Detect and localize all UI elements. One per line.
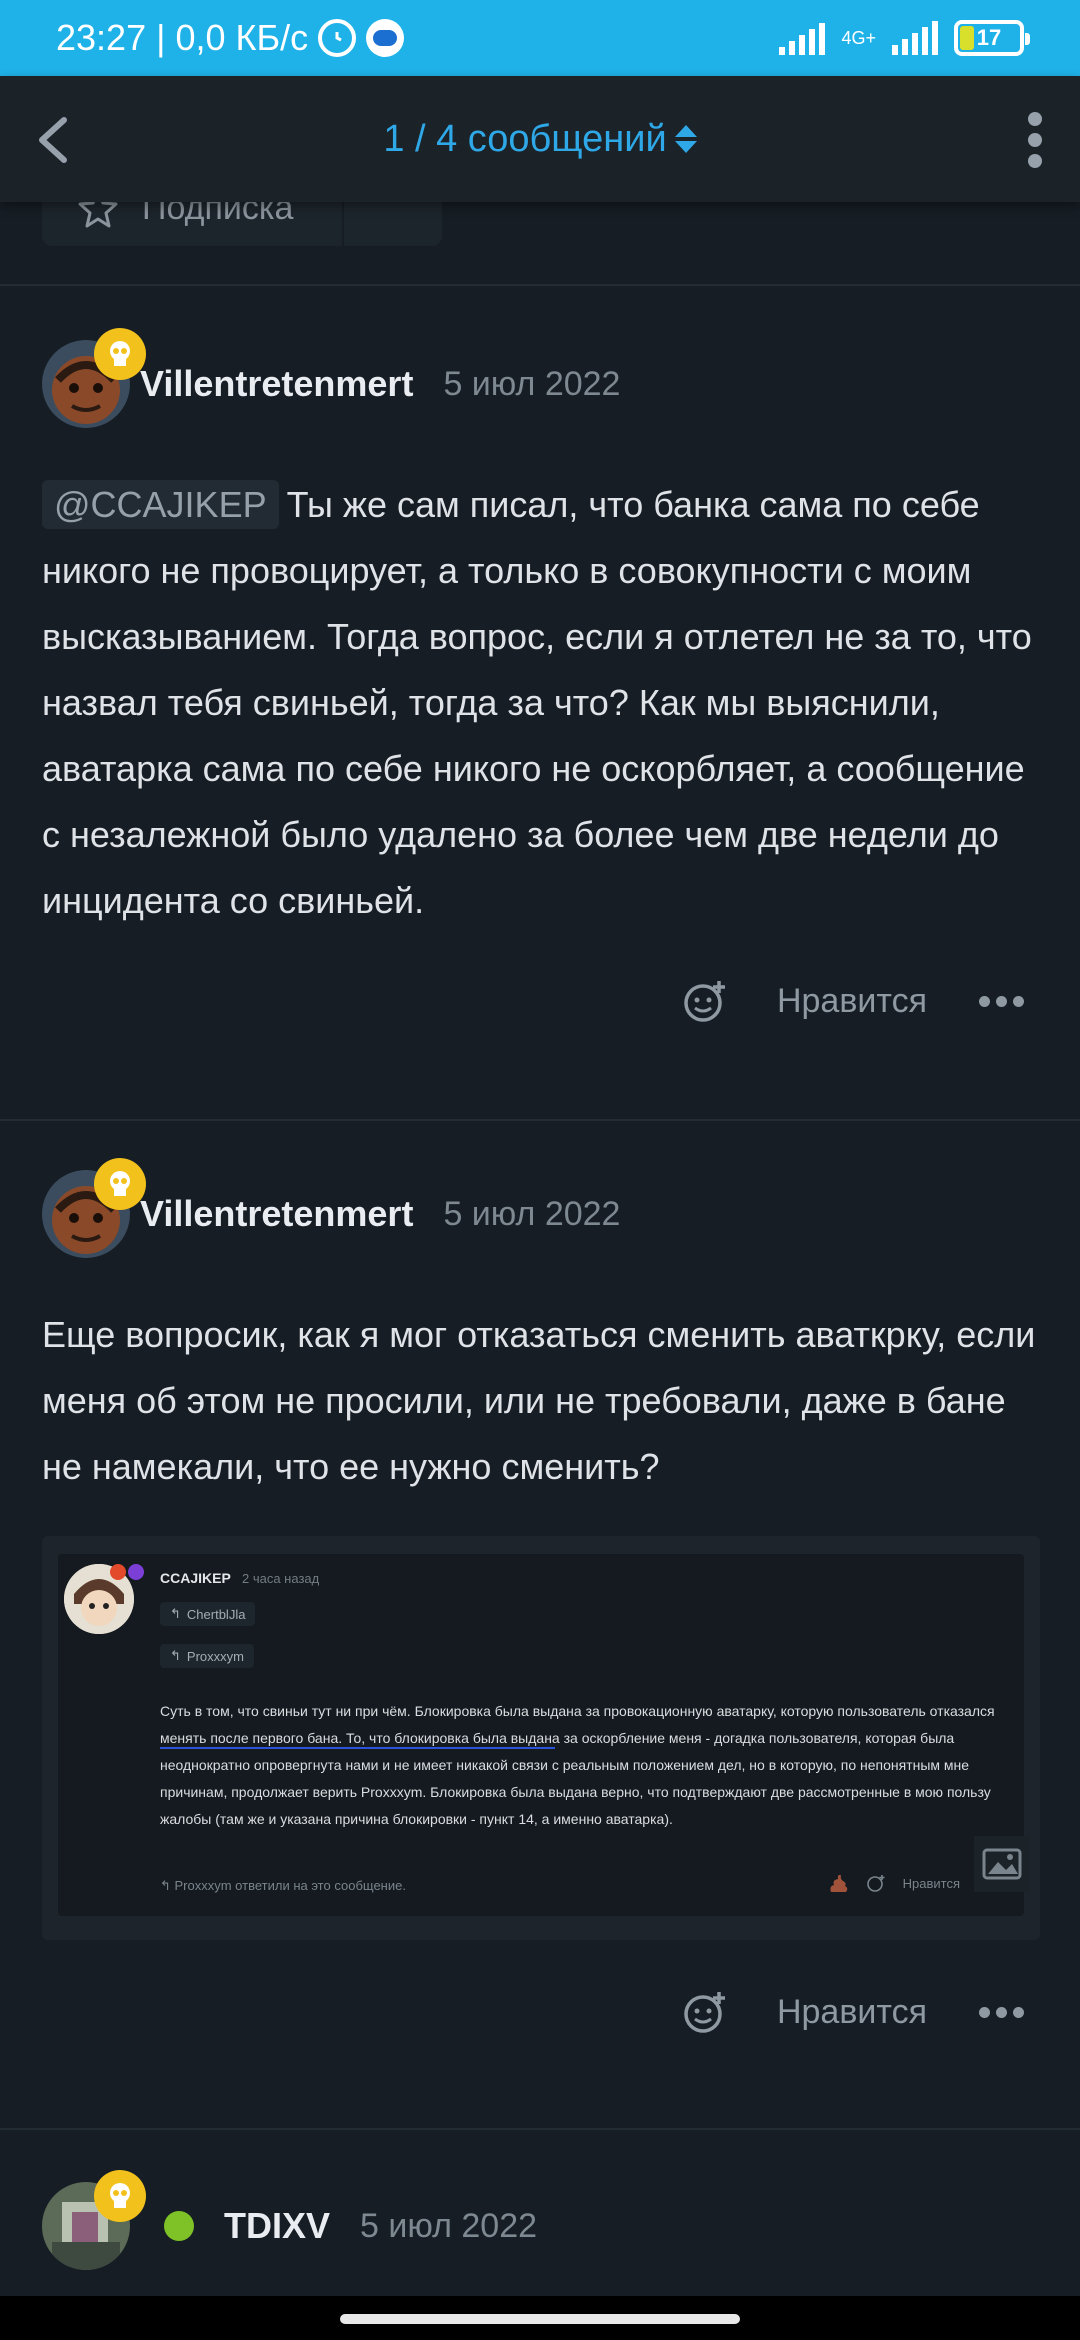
embedded-author: CCAJIKEP (160, 1570, 231, 1586)
quote-chip: ↰ Chertbl‌Jla (160, 1602, 256, 1626)
battery-level: 17 (976, 25, 1002, 50)
reply-arrow-icon: ↰ (170, 1606, 181, 1621)
post-date[interactable]: 5 июл 2022 (443, 365, 620, 404)
post-date[interactable]: 5 июл 2022 (443, 1195, 620, 1234)
wifi-signal-icon (779, 21, 826, 55)
embedded-text: Суть в том, что свиньи тут ни при чём. Б… (160, 1703, 995, 1827)
attached-image[interactable]: CCAJIKEP 2 часа назад ↰ Chertbl‌Jla ↰ Pr… (42, 1536, 1040, 1940)
back-arrow-icon (39, 117, 67, 163)
avatar[interactable] (42, 328, 146, 428)
message-pager[interactable]: 1 / 4 сообщений (383, 117, 697, 161)
cell-signal-icon (892, 21, 938, 55)
add-reaction-icon (866, 1875, 885, 1892)
online-status-indicator (164, 2211, 194, 2241)
post-actions: Нравится (683, 1990, 1024, 2034)
avatar[interactable] (42, 1158, 146, 1258)
reply-arrow-icon: ↰ (170, 1648, 181, 1663)
more-menu-button[interactable] (1020, 112, 1050, 168)
highlight-underline (160, 1747, 555, 1749)
add-reaction-icon[interactable] (683, 1990, 727, 2034)
embedded-time: 2 часа назад (242, 1571, 320, 1586)
alarm-icon (318, 19, 357, 57)
author-name[interactable]: Villentretenmert (140, 1193, 413, 1235)
post-text: Ты же сам писал, что банка сама по себе … (42, 484, 1032, 921)
reply-arrow-icon: ↰ (160, 1878, 175, 1893)
post-date[interactable]: 5 июл 2022 (360, 2207, 537, 2246)
like-button[interactable]: Нравится (777, 1993, 927, 2032)
skull-badge-icon (94, 1158, 146, 1210)
status-bar: 23:27 | 0,0 КБ/с 4G+ 17 (0, 0, 1080, 76)
post-body: Еще вопросик, как я мог отказаться смени… (42, 1302, 1042, 1500)
embedded-replied-note: ↰ Proxxxym ответили на это сообщение. (160, 1878, 406, 1893)
image-icon (974, 1836, 1030, 1892)
post-author-row: Villentretenmert 5 июл 2022 (42, 1158, 620, 1258)
post-divider (0, 1119, 1080, 1121)
embedded-actions: Нравится (827, 1872, 960, 1894)
post-divider (0, 284, 1080, 286)
embedded-badges (110, 1564, 144, 1580)
post-body: @CCAJIKEP Ты же сам писал, что банка сама… (42, 472, 1042, 934)
embedded-post: CCAJIKEP 2 часа назад ↰ Chertbl‌Jla ↰ Pr… (58, 1554, 1024, 1916)
quote-chip: ↰ Proxxxym (160, 1644, 254, 1668)
pager-label: 1 / 4 сообщений (383, 117, 667, 160)
skull-badge-icon (94, 2170, 146, 2222)
sort-arrows-icon (674, 125, 697, 153)
poop-icon (830, 1874, 847, 1892)
user-mention[interactable]: @CCAJIKEP (42, 480, 279, 529)
post-divider (0, 2128, 1080, 2130)
more-options-icon[interactable] (979, 2006, 1024, 2018)
add-reaction-icon[interactable] (683, 979, 727, 1023)
post-actions: Нравится (683, 979, 1024, 1023)
skull-badge-icon (94, 328, 146, 380)
author-name[interactable]: Villentretenmert (140, 363, 413, 405)
network-type: 4G+ (841, 28, 876, 48)
post-text: Еще вопросик, как я мог отказаться смени… (42, 1314, 1036, 1487)
messenger-icon (366, 19, 405, 57)
battery-icon: 17 (954, 20, 1030, 56)
top-app-bar: 1 / 4 сообщений (0, 76, 1080, 202)
like-button[interactable]: Нравится (777, 982, 927, 1021)
home-gesture-handle[interactable] (340, 2314, 740, 2324)
avatar[interactable] (42, 2170, 146, 2270)
author-name[interactable]: TDIXV (224, 2205, 330, 2247)
status-time: 23:27 | 0,0 КБ/с (56, 17, 309, 58)
post-author-row: Villentretenmert 5 июл 2022 (42, 328, 620, 428)
embedded-like: Нравится (902, 1875, 960, 1891)
post-author-row: TDIXV 5 июл 2022 (42, 2170, 537, 2270)
back-button[interactable] (34, 116, 74, 164)
more-options-icon[interactable] (979, 995, 1024, 1007)
